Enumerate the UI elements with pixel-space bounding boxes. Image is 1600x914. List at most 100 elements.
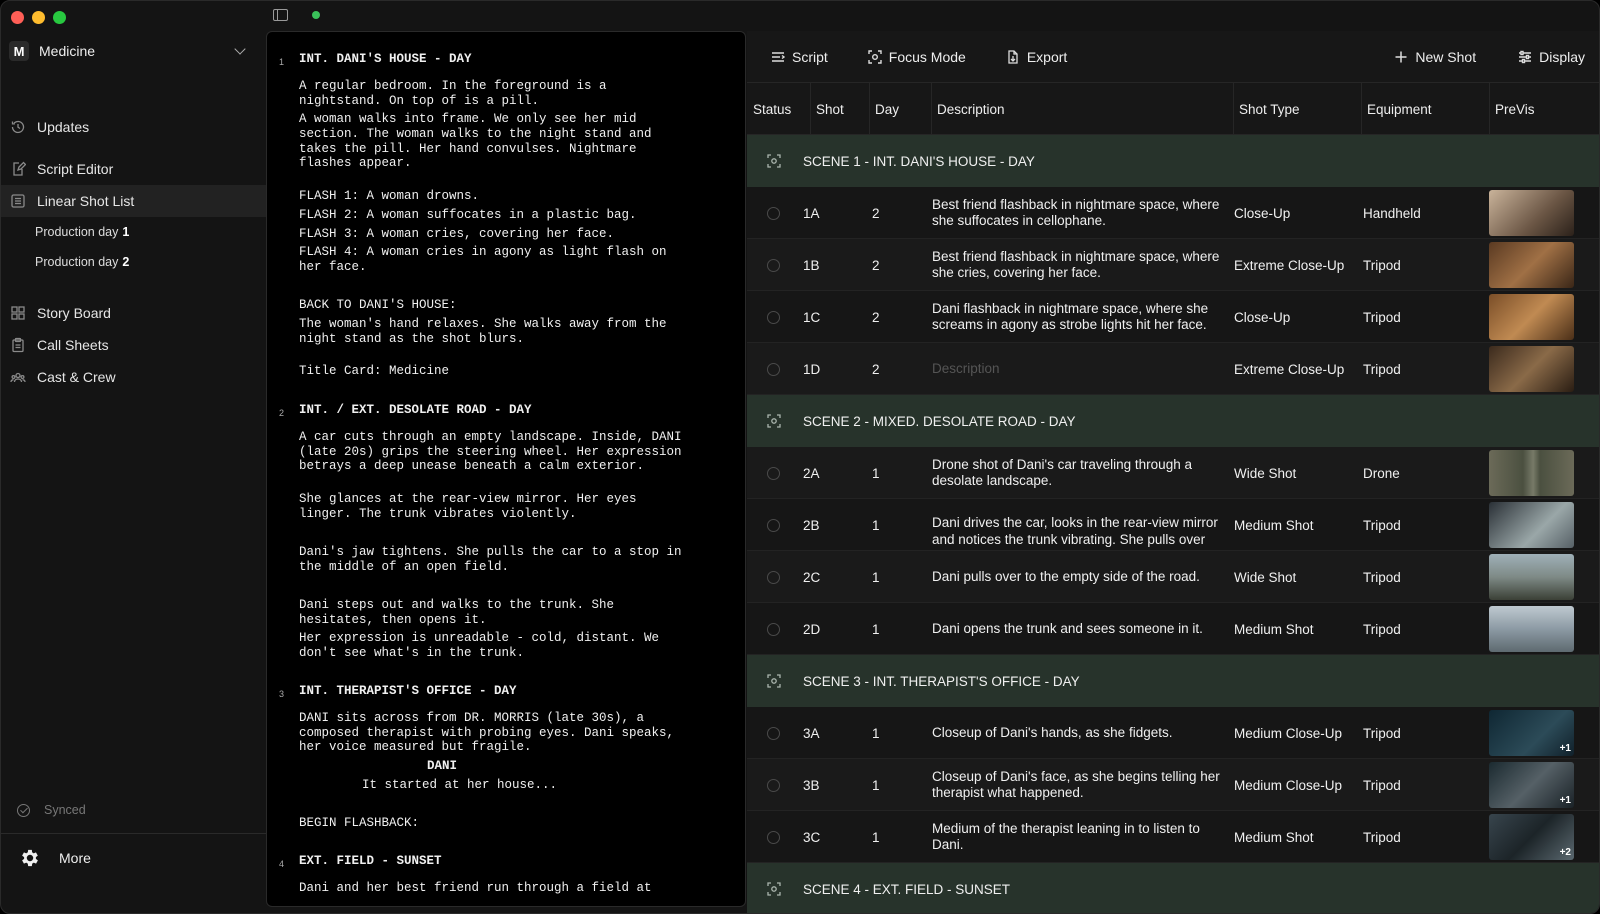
day-cell[interactable]: 1: [872, 707, 880, 759]
display-button[interactable]: Display: [1518, 49, 1585, 65]
equipment-cell[interactable]: Drone: [1363, 447, 1400, 499]
maximize-window-button[interactable]: [53, 11, 66, 24]
description-cell[interactable]: Dani drives the car, looks in the rear-v…: [932, 499, 1232, 551]
previs-thumbnail[interactable]: [1489, 242, 1574, 288]
column-header-day[interactable]: Day: [869, 83, 899, 135]
shot-cell[interactable]: 1C: [803, 291, 820, 343]
previs-thumbnail[interactable]: [1489, 554, 1574, 600]
description-cell[interactable]: Dani pulls over to the empty side of the…: [932, 551, 1232, 603]
shot-type-cell[interactable]: Medium Shot: [1234, 811, 1314, 863]
status-checkbox[interactable]: [767, 311, 780, 324]
scene-header-row[interactable]: SCENE 4 - EXT. FIELD - SUNSET: [747, 863, 1599, 913]
status-checkbox[interactable]: [767, 207, 780, 220]
sidebar-item-call-sheets[interactable]: Call Sheets: [1, 329, 266, 361]
description-cell[interactable]: Dani opens the trunk and sees someone in…: [932, 603, 1232, 655]
scene-header-row[interactable]: SCENE 2 - MIXED. DESOLATE ROAD - DAY: [747, 395, 1599, 447]
status-checkbox[interactable]: [767, 831, 780, 844]
previs-thumbnail[interactable]: [1489, 346, 1574, 392]
table-row[interactable]: 1C 2 Dani flashback in nightmare space, wh…: [747, 291, 1599, 343]
shot-cell[interactable]: 1A: [803, 187, 820, 239]
export-button[interactable]: Export: [1006, 49, 1067, 65]
table-row[interactable]: 2C 1 Dani pulls over to the empty side of …: [747, 551, 1599, 603]
day-cell[interactable]: 1: [872, 447, 880, 499]
column-header-description[interactable]: Description: [931, 83, 1005, 135]
column-header-status[interactable]: Status: [747, 83, 791, 135]
sidebar-item-story-board[interactable]: Story Board: [1, 297, 266, 329]
scene-header-row[interactable]: SCENE 3 - INT. THERAPIST'S OFFICE - DAY: [747, 655, 1599, 707]
equipment-cell[interactable]: Tripod: [1363, 603, 1401, 655]
focus-icon[interactable]: [767, 414, 781, 428]
shot-type-cell[interactable]: Medium Close-Up: [1234, 707, 1342, 759]
new-shot-button[interactable]: New Shot: [1394, 49, 1476, 65]
script-button[interactable]: Script: [771, 49, 828, 65]
focus-mode-button[interactable]: Focus Mode: [868, 49, 966, 65]
sidebar-item-updates[interactable]: Updates: [1, 111, 266, 143]
shot-cell[interactable]: 3A: [803, 707, 820, 759]
column-header-shot-type[interactable]: Shot Type: [1233, 83, 1300, 135]
table-row[interactable]: 2D 1 Dani opens the trunk and sees someone…: [747, 603, 1599, 655]
shot-type-cell[interactable]: Medium Close-Up: [1234, 759, 1342, 811]
previs-thumbnail[interactable]: [1489, 190, 1574, 236]
equipment-cell[interactable]: Tripod: [1363, 291, 1401, 343]
day-cell[interactable]: 2: [872, 291, 880, 343]
status-checkbox[interactable]: [767, 623, 780, 636]
description-cell[interactable]: Description: [932, 343, 1232, 395]
day-cell[interactable]: 2: [872, 187, 880, 239]
table-row[interactable]: 1B 2 Best friend flashback in nightmare sp…: [747, 239, 1599, 291]
column-header-previs[interactable]: PreVis: [1489, 83, 1535, 135]
shot-cell[interactable]: 1D: [803, 343, 820, 395]
status-checkbox[interactable]: [767, 727, 780, 740]
day-cell[interactable]: 2: [872, 239, 880, 291]
day-cell[interactable]: 1: [872, 811, 880, 863]
sidebar-item-cast-crew[interactable]: Cast & Crew: [1, 361, 266, 393]
description-cell[interactable]: Drone shot of Dani's car traveling throu…: [932, 447, 1232, 499]
script-editor-panel[interactable]: 1 INT. DANI'S HOUSE - DAY A regular bedr…: [266, 31, 746, 907]
column-header-shot[interactable]: Shot: [810, 83, 844, 135]
status-checkbox[interactable]: [767, 363, 780, 376]
status-checkbox[interactable]: [767, 467, 780, 480]
description-cell[interactable]: Best friend flashback in nightmare space…: [932, 239, 1232, 291]
status-checkbox[interactable]: [767, 259, 780, 272]
focus-icon[interactable]: [767, 154, 781, 168]
focus-icon[interactable]: [767, 882, 781, 896]
previs-thumbnail[interactable]: [1489, 294, 1574, 340]
equipment-cell[interactable]: Tripod: [1363, 343, 1401, 395]
shot-type-cell[interactable]: Medium Shot: [1234, 603, 1314, 655]
shot-cell[interactable]: 1B: [803, 239, 820, 291]
previs-thumbnail[interactable]: [1489, 502, 1574, 548]
table-row[interactable]: 3B 1 Closeup of Dani's face, as she begins…: [747, 759, 1599, 811]
shot-cell[interactable]: 2A: [803, 447, 820, 499]
day-cell[interactable]: 2: [872, 343, 880, 395]
previs-thumbnail[interactable]: [1489, 606, 1574, 652]
sidebar-item-linear-shot-list[interactable]: Linear Shot List: [1, 185, 266, 217]
previs-thumbnail[interactable]: +1: [1489, 710, 1574, 756]
previs-thumbnail[interactable]: +1: [1489, 762, 1574, 808]
equipment-cell[interactable]: Tripod: [1363, 551, 1401, 603]
shot-cell[interactable]: 3B: [803, 759, 820, 811]
description-cell[interactable]: Best friend flashback in nightmare space…: [932, 187, 1232, 239]
shot-type-cell[interactable]: Extreme Close-Up: [1234, 239, 1344, 291]
column-header-equipment[interactable]: Equipment: [1361, 83, 1432, 135]
shot-cell[interactable]: 2D: [803, 603, 820, 655]
previs-thumbnail[interactable]: [1489, 450, 1574, 496]
shot-type-cell[interactable]: Extreme Close-Up: [1234, 343, 1344, 395]
close-window-button[interactable]: [11, 11, 24, 24]
focus-icon[interactable]: [767, 674, 781, 688]
sidebar-subitem-production-day-2[interactable]: Production day 2: [1, 247, 266, 277]
workspace-switcher[interactable]: M Medicine: [1, 31, 266, 71]
description-cell[interactable]: Closeup of Dani's hands, as she fidgets.: [932, 707, 1232, 759]
equipment-cell[interactable]: Tripod: [1363, 811, 1401, 863]
table-row[interactable]: 2A 1 Drone shot of Dani's car traveling th…: [747, 447, 1599, 499]
equipment-cell[interactable]: Handheld: [1363, 187, 1421, 239]
scene-header-row[interactable]: SCENE 1 - INT. DANI'S HOUSE - DAY: [747, 135, 1599, 187]
description-cell[interactable]: Closeup of Dani's face, as she begins te…: [932, 759, 1232, 811]
day-cell[interactable]: 1: [872, 759, 880, 811]
status-checkbox[interactable]: [767, 779, 780, 792]
shot-type-cell[interactable]: Medium Shot: [1234, 499, 1314, 551]
status-checkbox[interactable]: [767, 519, 780, 532]
day-cell[interactable]: 1: [872, 551, 880, 603]
equipment-cell[interactable]: Tripod: [1363, 707, 1401, 759]
previs-thumbnail[interactable]: +2: [1489, 814, 1574, 860]
table-row[interactable]: 1D 2 Description Extreme Close-Up Tripod: [747, 343, 1599, 395]
description-cell[interactable]: Medium of the therapist leaning in to li…: [932, 811, 1232, 863]
